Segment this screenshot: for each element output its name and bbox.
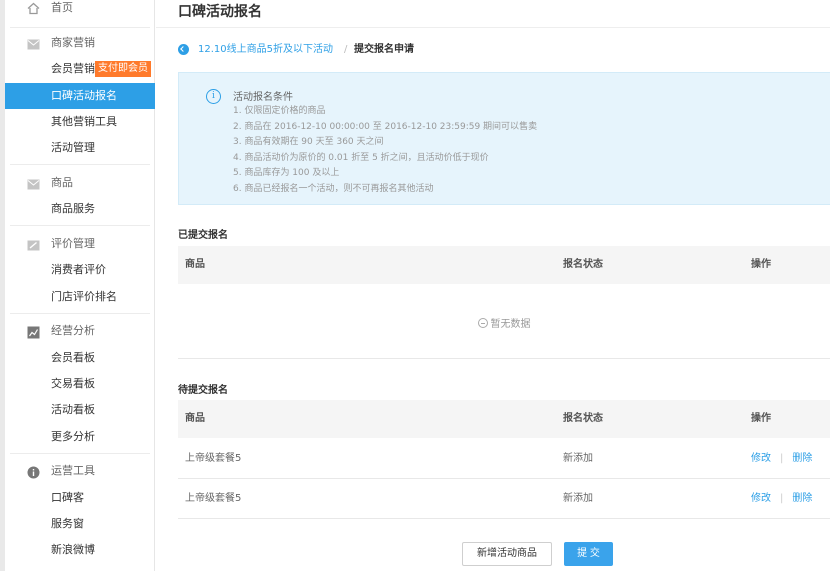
main-content: 口碑活动报名 12.10线上商品5折及以下活动 / 提交报名申请 i 活动报名条… [156, 0, 830, 571]
sidebar-item-koubei-activity-signup[interactable]: 口碑活动报名 [5, 83, 155, 109]
row-actions: 修改 | 删除 [751, 479, 812, 519]
notice-condition: 5. 商品库存为 100 及以上 [233, 168, 340, 178]
sidebar: 首页 商家营销 会员营销 支付即会员 口碑活动报名 其他营销工具 活动管理 商品… [5, 0, 155, 571]
edit-icon [27, 237, 40, 251]
sidebar-section-ops-tools[interactable]: 运营工具 [5, 458, 155, 484]
pending-section-title: 待提交报名 [178, 385, 228, 396]
sidebar-item-label: 其他营销工具 [51, 115, 117, 128]
sidebar-item-label: 门店评价排名 [51, 290, 117, 303]
notice-condition: 6. 商品已经报名一个活动，则不可再报名其他活动 [233, 183, 434, 194]
sidebar-item-label: 消费者评价 [51, 263, 106, 276]
sidebar-item-label: 活动看板 [51, 403, 95, 416]
sidebar-section-reviews[interactable]: 评价管理 [5, 231, 155, 257]
column-header-actions: 操作 [751, 413, 771, 424]
column-header-actions: 操作 [751, 259, 771, 270]
row-actions: 修改 | 删除 [751, 439, 812, 479]
title-divider [156, 27, 830, 28]
edit-link[interactable]: 修改 [751, 453, 771, 464]
submit-button[interactable]: 提 交 [564, 542, 613, 566]
breadcrumb-activity-link[interactable]: 12.10线上商品5折及以下活动 [198, 43, 333, 57]
column-header-status: 报名状态 [563, 259, 603, 270]
notice-title: 活动报名条件 [233, 92, 293, 103]
sidebar-section-label: 运营工具 [51, 464, 95, 477]
home-icon [27, 0, 40, 15]
sidebar-item-label: 口碑客 [51, 491, 84, 504]
sidebar-item-label: 新浪微博 [51, 543, 95, 556]
sidebar-divider [10, 27, 150, 28]
table-row: 上帝级套餐5 新添加 修改 | 删除 [178, 439, 830, 479]
sidebar-item-label: 会员营销 [51, 62, 95, 75]
sidebar-divider [10, 225, 150, 226]
mail-icon [27, 176, 40, 190]
signup-conditions-notice: i 活动报名条件 1. 仅限固定价格的商品 2. 商品在 2016-12-10 … [178, 72, 830, 205]
action-separator: | [780, 493, 784, 504]
notice-condition: 2. 商品在 2016-12-10 00:00:00 至 2016-12-10 … [233, 121, 538, 132]
sidebar-item-store-review-ranking[interactable]: 门店评价排名 [5, 284, 155, 310]
sidebar-divider [10, 313, 150, 314]
info-circle-icon [27, 464, 40, 479]
breadcrumb-separator: / [344, 44, 348, 55]
notice-conditions-list: 1. 仅限固定价格的商品 2. 商品在 2016-12-10 00:00:00 … [233, 104, 537, 197]
sidebar-section-products[interactable]: 商品 [5, 170, 155, 196]
signup-status: 新添加 [563, 453, 593, 464]
notice-condition: 4. 商品活动价为原价的 0.01 折至 5 折之间，且活动价低于现价 [233, 152, 489, 163]
action-separator: | [780, 453, 784, 464]
info-icon: i [206, 89, 221, 104]
back-arrow-icon[interactable] [178, 44, 189, 55]
sidebar-item-label: 活动管理 [51, 141, 95, 154]
sidebar-item-label: 会员看板 [51, 351, 95, 364]
sidebar-item-label: 更多分析 [51, 430, 95, 443]
sidebar-item-sina-weibo[interactable]: 新浪微博 [5, 537, 155, 563]
submitted-table-header: 商品 报名状态 操作 [178, 246, 830, 284]
product-name: 上帝级套餐5 [185, 493, 242, 504]
notice-condition: 3. 商品有效期在 90 天至 360 天之间 [233, 137, 384, 147]
sidebar-divider [10, 453, 150, 454]
sidebar-section-analytics[interactable]: 经营分析 [5, 318, 155, 344]
sidebar-item-product-service[interactable]: 商品服务 [5, 196, 155, 222]
sidebar-divider [10, 164, 150, 165]
sidebar-item-koubei-ke[interactable]: 口碑客 [5, 485, 155, 511]
chart-icon [27, 324, 40, 339]
delete-link[interactable]: 删除 [792, 493, 812, 504]
sidebar-item-consumer-reviews[interactable]: 消费者评价 [5, 257, 155, 283]
mail-icon [27, 36, 40, 50]
sidebar-item-member-board[interactable]: 会员看板 [5, 345, 155, 371]
sidebar-item-home[interactable]: 首页 [5, 0, 155, 20]
sidebar-section-label: 经营分析 [51, 324, 95, 337]
page-title: 口碑活动报名 [178, 4, 262, 20]
pay-member-badge: 支付即会员 [95, 61, 151, 77]
sidebar-item-member-marketing[interactable]: 会员营销 支付即会员 [5, 56, 155, 82]
edit-link[interactable]: 修改 [751, 493, 771, 504]
add-activity-product-button[interactable]: 新增活动商品 [462, 542, 552, 566]
sidebar-section-label: 评价管理 [51, 237, 95, 250]
submitted-section-title: 已提交报名 [178, 230, 228, 241]
sidebar-item-activity-management[interactable]: 活动管理 [5, 135, 155, 161]
empty-text: 暂无数据 [490, 319, 531, 330]
sidebar-item-label: 交易看板 [51, 377, 95, 390]
sidebar-section-label: 商品 [51, 176, 73, 189]
product-name: 上帝级套餐5 [185, 453, 242, 464]
sidebar-item-activity-board[interactable]: 活动看板 [5, 397, 155, 423]
sidebar-item-other-marketing-tools[interactable]: 其他营销工具 [5, 109, 155, 135]
sidebar-section-label: 商家营销 [51, 36, 95, 49]
delete-link[interactable]: 删除 [792, 453, 812, 464]
table-row: 上帝级套餐5 新添加 修改 | 删除 [178, 479, 830, 519]
breadcrumb-current: 提交报名申请 [354, 44, 414, 55]
signup-status: 新添加 [563, 493, 593, 504]
pending-table-header: 商品 报名状态 操作 [178, 400, 830, 438]
sidebar-item-label: 首页 [51, 1, 73, 14]
sidebar-item-trade-board[interactable]: 交易看板 [5, 371, 155, 397]
submitted-empty-state: 暂无数据 [178, 284, 830, 359]
empty-icon [477, 318, 488, 328]
column-header-product: 商品 [185, 413, 205, 424]
notice-condition: 1. 仅限固定价格的商品 [233, 106, 326, 116]
column-header-product: 商品 [185, 259, 205, 270]
sidebar-item-label: 商品服务 [51, 202, 95, 215]
sidebar-item-more-analytics[interactable]: 更多分析 [5, 424, 155, 450]
column-header-status: 报名状态 [563, 413, 603, 424]
sidebar-item-label: 口碑活动报名 [51, 89, 117, 102]
sidebar-item-label: 服务窗 [51, 517, 84, 530]
sidebar-item-service-window[interactable]: 服务窗 [5, 511, 155, 537]
sidebar-section-marketing[interactable]: 商家营销 [5, 30, 155, 56]
